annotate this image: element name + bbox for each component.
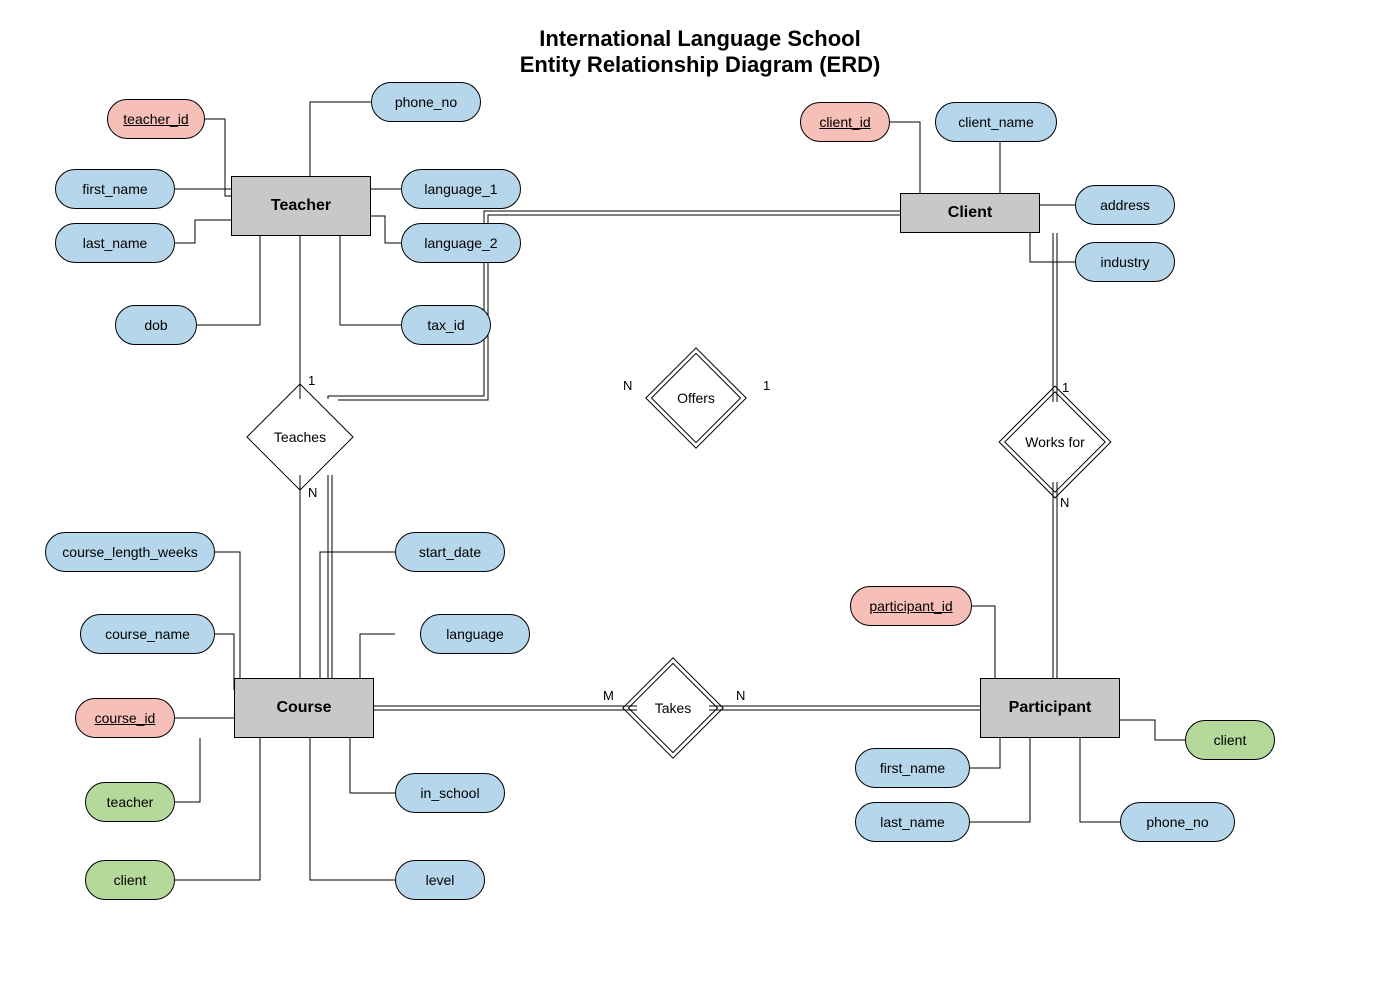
card-worksfor-n: N bbox=[1060, 495, 1069, 510]
attr-course-in-school: in_school bbox=[395, 773, 505, 813]
attr-client-industry: industry bbox=[1075, 242, 1175, 282]
attr-teacher-phone-no: phone_no bbox=[371, 82, 481, 122]
attr-course-language: language bbox=[420, 614, 530, 654]
attr-course-client: client bbox=[85, 860, 175, 900]
attr-teacher-tax-id: tax_id bbox=[401, 305, 491, 345]
attr-course-id: course_id bbox=[75, 698, 175, 738]
relationship-worksfor: Works for bbox=[1015, 402, 1095, 482]
entity-course: Course bbox=[234, 678, 374, 738]
attr-participant-id: participant_id bbox=[850, 586, 972, 626]
attr-course-id-label: course_id bbox=[95, 710, 156, 726]
relationship-teaches: Teaches bbox=[262, 399, 338, 475]
relationship-offers-label: Offers bbox=[660, 362, 732, 434]
attr-teacher-first-name: first_name bbox=[55, 169, 175, 209]
card-offers-1: 1 bbox=[763, 378, 770, 393]
attr-client-address: address bbox=[1075, 185, 1175, 225]
card-offers-n: N bbox=[623, 378, 632, 393]
title-line-2: Entity Relationship Diagram (ERD) bbox=[0, 52, 1400, 78]
card-worksfor-1: 1 bbox=[1062, 380, 1069, 395]
attr-course-level: level bbox=[395, 860, 485, 900]
attr-participant-id-label: participant_id bbox=[869, 598, 952, 614]
erd-canvas: International Language School Entity Rel… bbox=[0, 0, 1400, 988]
attr-teacher-id-label: teacher_id bbox=[123, 111, 188, 127]
card-teaches-n: N bbox=[308, 485, 317, 500]
attr-teacher-dob: dob bbox=[115, 305, 197, 345]
entity-participant: Participant bbox=[980, 678, 1120, 738]
attr-participant-first-name: first_name bbox=[855, 748, 970, 788]
card-takes-n: N bbox=[736, 688, 745, 703]
relationship-worksfor-label: Works for bbox=[1015, 402, 1095, 482]
attr-client-id: client_id bbox=[800, 102, 890, 142]
attr-teacher-last-name: last_name bbox=[55, 223, 175, 263]
attr-course-teacher: teacher bbox=[85, 782, 175, 822]
relationship-offers: Offers bbox=[660, 362, 732, 434]
attr-course-name: course_name bbox=[80, 614, 215, 654]
title-line-1: International Language School bbox=[0, 26, 1400, 52]
attr-participant-last-name: last_name bbox=[855, 802, 970, 842]
attr-participant-phone-no: phone_no bbox=[1120, 802, 1235, 842]
attr-client-id-label: client_id bbox=[819, 114, 870, 130]
attr-teacher-language-2: language_2 bbox=[401, 223, 521, 263]
entity-teacher: Teacher bbox=[231, 176, 371, 236]
attr-teacher-language-1: language_1 bbox=[401, 169, 521, 209]
attr-course-length-weeks: course_length_weeks bbox=[45, 532, 215, 572]
attr-teacher-id: teacher_id bbox=[107, 99, 205, 139]
attr-participant-client: client bbox=[1185, 720, 1275, 760]
relationship-takes-label: Takes bbox=[637, 672, 709, 744]
attr-client-name: client_name bbox=[935, 102, 1057, 142]
entity-client: Client bbox=[900, 193, 1040, 233]
relationship-takes: Takes bbox=[637, 672, 709, 744]
card-takes-m: M bbox=[603, 688, 614, 703]
card-teaches-1: 1 bbox=[308, 373, 315, 388]
attr-course-start-date: start_date bbox=[395, 532, 505, 572]
relationship-teaches-label: Teaches bbox=[262, 399, 338, 475]
